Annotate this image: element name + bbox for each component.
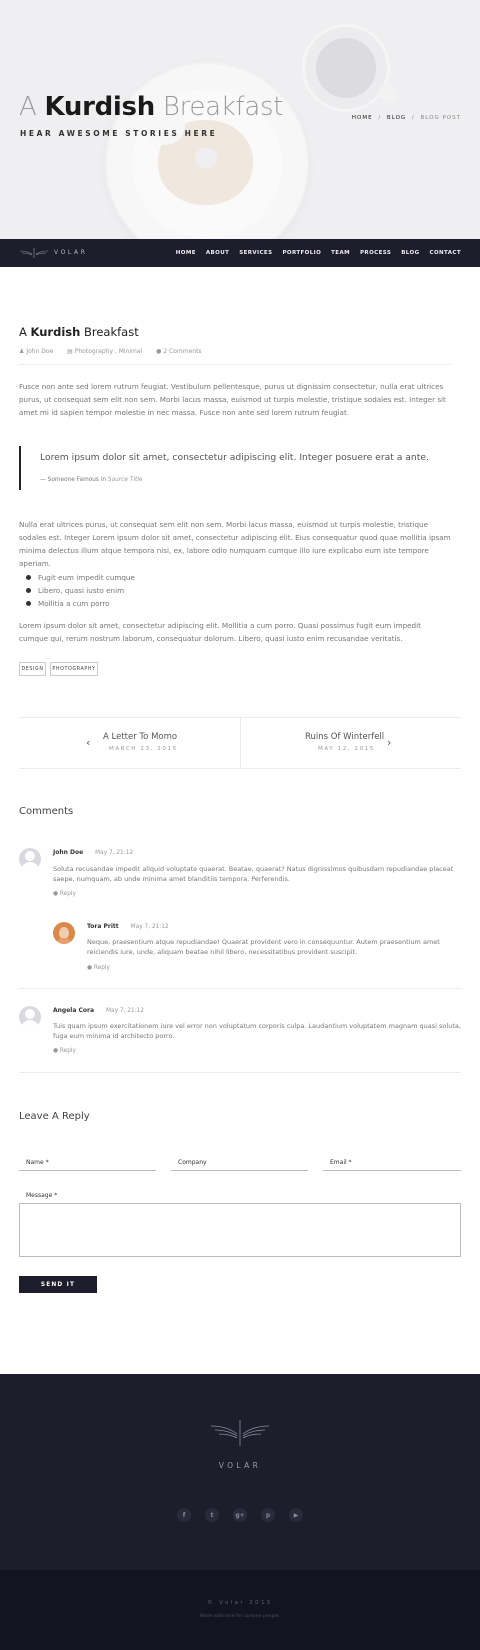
nav-process[interactable]: PROCESS: [360, 250, 391, 256]
tag-design[interactable]: DESIGN: [19, 662, 46, 676]
volar-logo-icon[interactable]: [19, 247, 49, 259]
pinterest-icon[interactable]: p: [261, 1508, 275, 1522]
volar-logo-icon[interactable]: [209, 1418, 271, 1448]
comment-date: May 7, 21:12: [95, 850, 134, 856]
avatar: [53, 922, 75, 944]
comment-icon: ●: [53, 1048, 59, 1054]
post-paragraph-1: Fusce non ante sed lorem rutrum feugiat.…: [19, 382, 446, 417]
post-paragraph-2: Nulla erat ultrices purus, ut consequat …: [19, 520, 451, 568]
comment-author: Angela Cora May 7, 21:12: [53, 1007, 144, 1014]
company-label: Company: [178, 1159, 207, 1166]
nav-team[interactable]: TEAM: [331, 250, 350, 256]
twitter-icon[interactable]: t: [205, 1508, 219, 1522]
post-meta: ♟ John Doe ▤ Photography , Minimal ● 2 C…: [19, 348, 214, 355]
breadcrumb-current: BLOG POST: [420, 115, 461, 121]
divider: [240, 718, 241, 768]
nav-services[interactable]: SERVICES: [239, 250, 272, 256]
reply-link[interactable]: ● Reply: [53, 891, 76, 897]
prev-post-link[interactable]: ‹ A Letter To Momo MARCH 23, 2015: [86, 730, 186, 756]
message-label: Message *: [26, 1192, 58, 1199]
blockquote-text: Lorem ipsum dolor sit amet, consectetur …: [40, 452, 429, 463]
coffee-cup-liquid: [316, 38, 376, 98]
avatar: [19, 1006, 41, 1028]
comment-icon: ●: [53, 891, 59, 897]
company-field[interactable]: [171, 1170, 308, 1171]
comments-heading: Comments: [19, 806, 74, 817]
comment-author: Tora Pritt May 7, 21:12: [87, 923, 169, 930]
made-with-text: Made with love for aurome people.: [199, 1614, 281, 1619]
list-item: Fugit eum impedit cumque: [26, 571, 135, 584]
footer-bottom: [0, 1570, 480, 1650]
reply-heading: Leave A Reply: [19, 1111, 90, 1122]
chevron-left-icon: ‹: [86, 736, 91, 749]
post-author[interactable]: ♟ John Doe: [19, 348, 53, 355]
nav-portfolio[interactable]: PORTFOLIO: [282, 250, 321, 256]
next-post-link[interactable]: Ruins Of Winterfell MAY 12, 2015 ›: [302, 730, 402, 756]
logo-text[interactable]: VOLAR: [54, 249, 87, 256]
post-paragraph-3: Lorem ipsum dolor sit amet, consectetur …: [19, 621, 421, 643]
hero-subtitle: HEAR AWESOME STORIES HERE: [20, 129, 218, 138]
folder-icon: ▤: [67, 348, 73, 355]
send-button[interactable]: SEND IT: [19, 1276, 97, 1293]
nav-about[interactable]: ABOUT: [206, 250, 229, 256]
comment-date: May 7, 21:12: [130, 924, 169, 930]
email-field[interactable]: [323, 1170, 461, 1171]
comment-text: Neque, praesentium atque repudiandae! Qu…: [87, 938, 440, 956]
list-item: Libero, quasi iusto enim: [26, 584, 135, 597]
breadcrumb-blog[interactable]: BLOG: [387, 115, 406, 121]
hero-title: A Kurdish Breakfast: [19, 92, 284, 122]
nav-contact[interactable]: CONTACT: [430, 250, 461, 256]
post-categories[interactable]: ▤ Photography , Minimal: [67, 348, 142, 355]
user-icon: ♟: [19, 348, 25, 355]
footer: [0, 1374, 480, 1570]
hero-banner: A Kurdish Breakfast HEAR AWESOME STORIES…: [0, 0, 480, 239]
comment-icon: ●: [156, 348, 162, 355]
post-comments-link[interactable]: ● 2 Comments: [156, 348, 201, 355]
donut-hole: [195, 148, 217, 168]
youtube-icon[interactable]: ▶: [289, 1508, 303, 1522]
avatar: [19, 848, 41, 870]
chevron-right-icon: ›: [387, 736, 392, 749]
breadcrumb: HOME / BLOG / BLOG POST: [351, 115, 461, 121]
comment-date: May 7, 21:12: [106, 1008, 144, 1014]
comment-text: Tuis quam ipsum exercitationem iure vel …: [53, 1022, 461, 1040]
prev-post-date: MARCH 23, 2015: [109, 746, 178, 752]
breadcrumb-home[interactable]: HOME: [352, 115, 373, 121]
prev-post-title: A Letter To Momo: [103, 732, 178, 742]
post-title: A Kurdish Breakfast: [19, 325, 139, 339]
reply-link[interactable]: ● Reply: [87, 965, 110, 971]
blockquote-cite: — Someone Famous in Source Title: [40, 477, 143, 483]
nav-home[interactable]: HOME: [176, 250, 196, 256]
name-label: Name *: [26, 1159, 49, 1166]
tag-photography[interactable]: PHOTOGRAPHY: [50, 662, 98, 676]
next-post-date: MAY 12, 2015: [318, 746, 375, 752]
message-textarea[interactable]: [19, 1203, 461, 1257]
blockquote-bar: [19, 446, 21, 490]
email-label: Email *: [330, 1159, 352, 1166]
next-post-title: Ruins Of Winterfell: [305, 732, 385, 742]
divider: [19, 768, 461, 769]
copyright: © Volar 2015: [207, 1600, 273, 1606]
divider: [19, 364, 451, 365]
google-plus-icon[interactable]: g+: [233, 1508, 247, 1522]
footer-logo-text: VOLAR: [218, 1461, 262, 1470]
main-menu: HOME ABOUT SERVICES PORTFOLIO TEAM PROCE…: [166, 250, 461, 256]
navbar: VOLAR HOME ABOUT SERVICES PORTFOLIO TEAM…: [0, 239, 480, 267]
divider: [19, 1072, 461, 1073]
comment-author: John Doe May 7, 21:12: [53, 849, 134, 856]
divider: [19, 988, 461, 989]
reply-link[interactable]: ● Reply: [53, 1048, 76, 1054]
comment-text: Soluta recusandae impedit aliquid volupt…: [53, 865, 454, 883]
facebook-icon[interactable]: f: [177, 1508, 191, 1522]
post-bullet-list: Fugit eum impedit cumque Libero, quasi i…: [26, 571, 135, 610]
list-item: Mollitia a cum porro: [26, 597, 135, 610]
nav-blog[interactable]: BLOG: [401, 250, 419, 256]
name-field[interactable]: [19, 1170, 156, 1171]
comment-icon: ●: [87, 965, 93, 971]
